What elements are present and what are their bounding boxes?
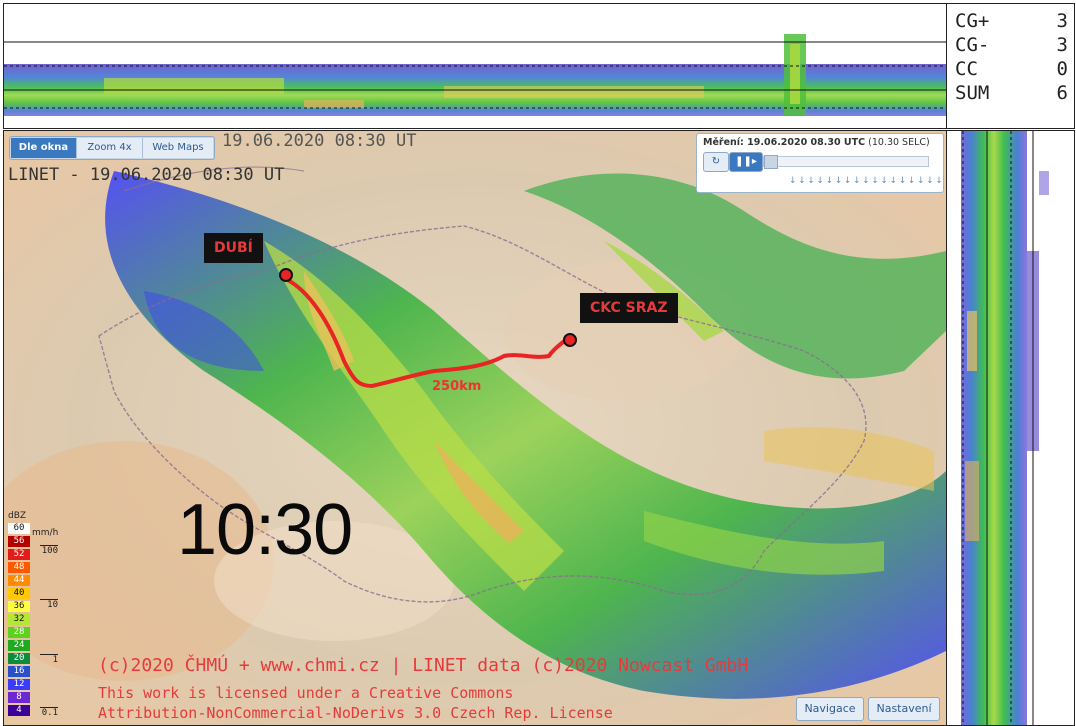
top-cross-section-strip	[3, 3, 947, 129]
timestamp-ghost: 19.06.2020 08:30 UT	[222, 131, 417, 151]
legend-level: 40	[8, 588, 30, 599]
legend-level: 12	[8, 679, 30, 690]
legend-level: 24	[8, 640, 30, 651]
right-cross-section-strip	[946, 130, 1075, 726]
legend-mmh-label: 100	[40, 545, 58, 556]
stat-cg-plus: CG+ 3	[955, 10, 1068, 33]
map-graphic	[4, 131, 946, 725]
legend-level: 52	[8, 549, 30, 560]
stat-label: CG-	[955, 34, 990, 56]
time-player: Měření: 19.06.2020 08.30 UTC (10.30 SELC…	[696, 133, 946, 193]
stat-value: 3	[1056, 34, 1068, 56]
measurement-label: Měření: 19.06.2020 08.30 UTC (10.30 SELC…	[703, 137, 930, 148]
stat-value: 0	[1056, 58, 1068, 80]
time-slider[interactable]	[763, 155, 929, 169]
radar-map[interactable]: 19.06.2020 08:30 UT Dle okna Zoom 4x Web…	[3, 130, 947, 726]
pause-icon[interactable]: ❚❚▸	[729, 152, 763, 172]
measurement-local-time: (10.30 SELC)	[868, 137, 930, 148]
legend-level: 16	[8, 666, 30, 677]
distance-label: 250km	[432, 379, 482, 394]
legend-level: 20	[8, 653, 30, 664]
stat-value: 6	[1056, 82, 1068, 104]
legend-level: 36	[8, 601, 30, 612]
legend-level: 44	[8, 575, 30, 586]
legend-unit-dbz: dBZ	[8, 511, 27, 521]
end-marker[interactable]	[563, 333, 577, 347]
legend-mmh-label: 1	[40, 654, 58, 665]
end-label: CKC SRAZ	[580, 293, 678, 323]
stat-sum: SUM 6	[955, 82, 1068, 105]
zoom-4x-button[interactable]: Zoom 4x	[77, 138, 143, 158]
legend-level: 28	[8, 627, 30, 638]
top-cross-section-graphic	[4, 34, 946, 116]
license-line-1: This work is licensed under a Creative C…	[98, 684, 514, 702]
time-ticks: ↓↓↓↓↓↓↓↓↓↓↓↓↓↓↓↓↓↓↓↓↓↓↓↓↓	[789, 176, 946, 186]
legend-level: 56	[8, 536, 30, 547]
navigation-button[interactable]: Navigace	[796, 697, 864, 721]
license-line-2: Attribution-NonCommercial-NoDerivs 3.0 C…	[98, 704, 613, 722]
right-cross-section-graphic	[961, 131, 1049, 725]
start-label: DUBÍ	[204, 233, 263, 263]
map-view-toolbar: Dle okna Zoom 4x Web Maps	[9, 136, 215, 160]
radar-viewer: CG+ 3 CG- 3 CC 0 SUM 6 19.06.2020 08:30 …	[0, 0, 1076, 726]
web-maps-button[interactable]: Web Maps	[143, 138, 213, 158]
legend-unit-mmh: mm/h	[32, 528, 59, 538]
copyright-line: (c)2020 ČHMÚ + www.chmi.cz | LINET data …	[98, 655, 749, 676]
stat-label: CC	[955, 58, 978, 80]
legend-mmh-label: 0.1	[40, 707, 58, 718]
stat-cg-minus: CG- 3	[955, 34, 1068, 57]
reflectivity-legend: dBZ mm/h 60 56 52 48 44 40 36 32 28 24 20 16 12 8 4 10…	[8, 511, 60, 723]
legend-level: 32	[8, 614, 30, 625]
lightning-stats-panel: CG+ 3 CG- 3 CC 0 SUM 6	[946, 3, 1075, 129]
time-slider-thumb[interactable]	[764, 155, 778, 169]
stat-cc: CC 0	[955, 58, 1068, 81]
legend-level: 48	[8, 562, 30, 573]
measurement-time: Měření: 19.06.2020 08.30 UTC	[703, 137, 866, 148]
fit-window-button[interactable]: Dle okna	[11, 138, 77, 158]
settings-button[interactable]: Nastavení	[868, 697, 940, 721]
stat-value: 3	[1056, 10, 1068, 32]
legend-level: 4	[8, 705, 30, 716]
legend-level: 8	[8, 692, 30, 703]
legend-mmh-label: 10	[40, 599, 58, 610]
legend-level: 60	[8, 523, 30, 534]
stat-label: SUM	[955, 82, 990, 104]
stat-label: CG+	[955, 10, 990, 32]
linet-title: LINET - 19.06.2020 08:30 UT	[8, 165, 285, 185]
local-time-overlay: 10:30	[177, 490, 353, 570]
start-marker[interactable]	[279, 268, 293, 282]
refresh-icon[interactable]: ↻	[703, 152, 729, 172]
